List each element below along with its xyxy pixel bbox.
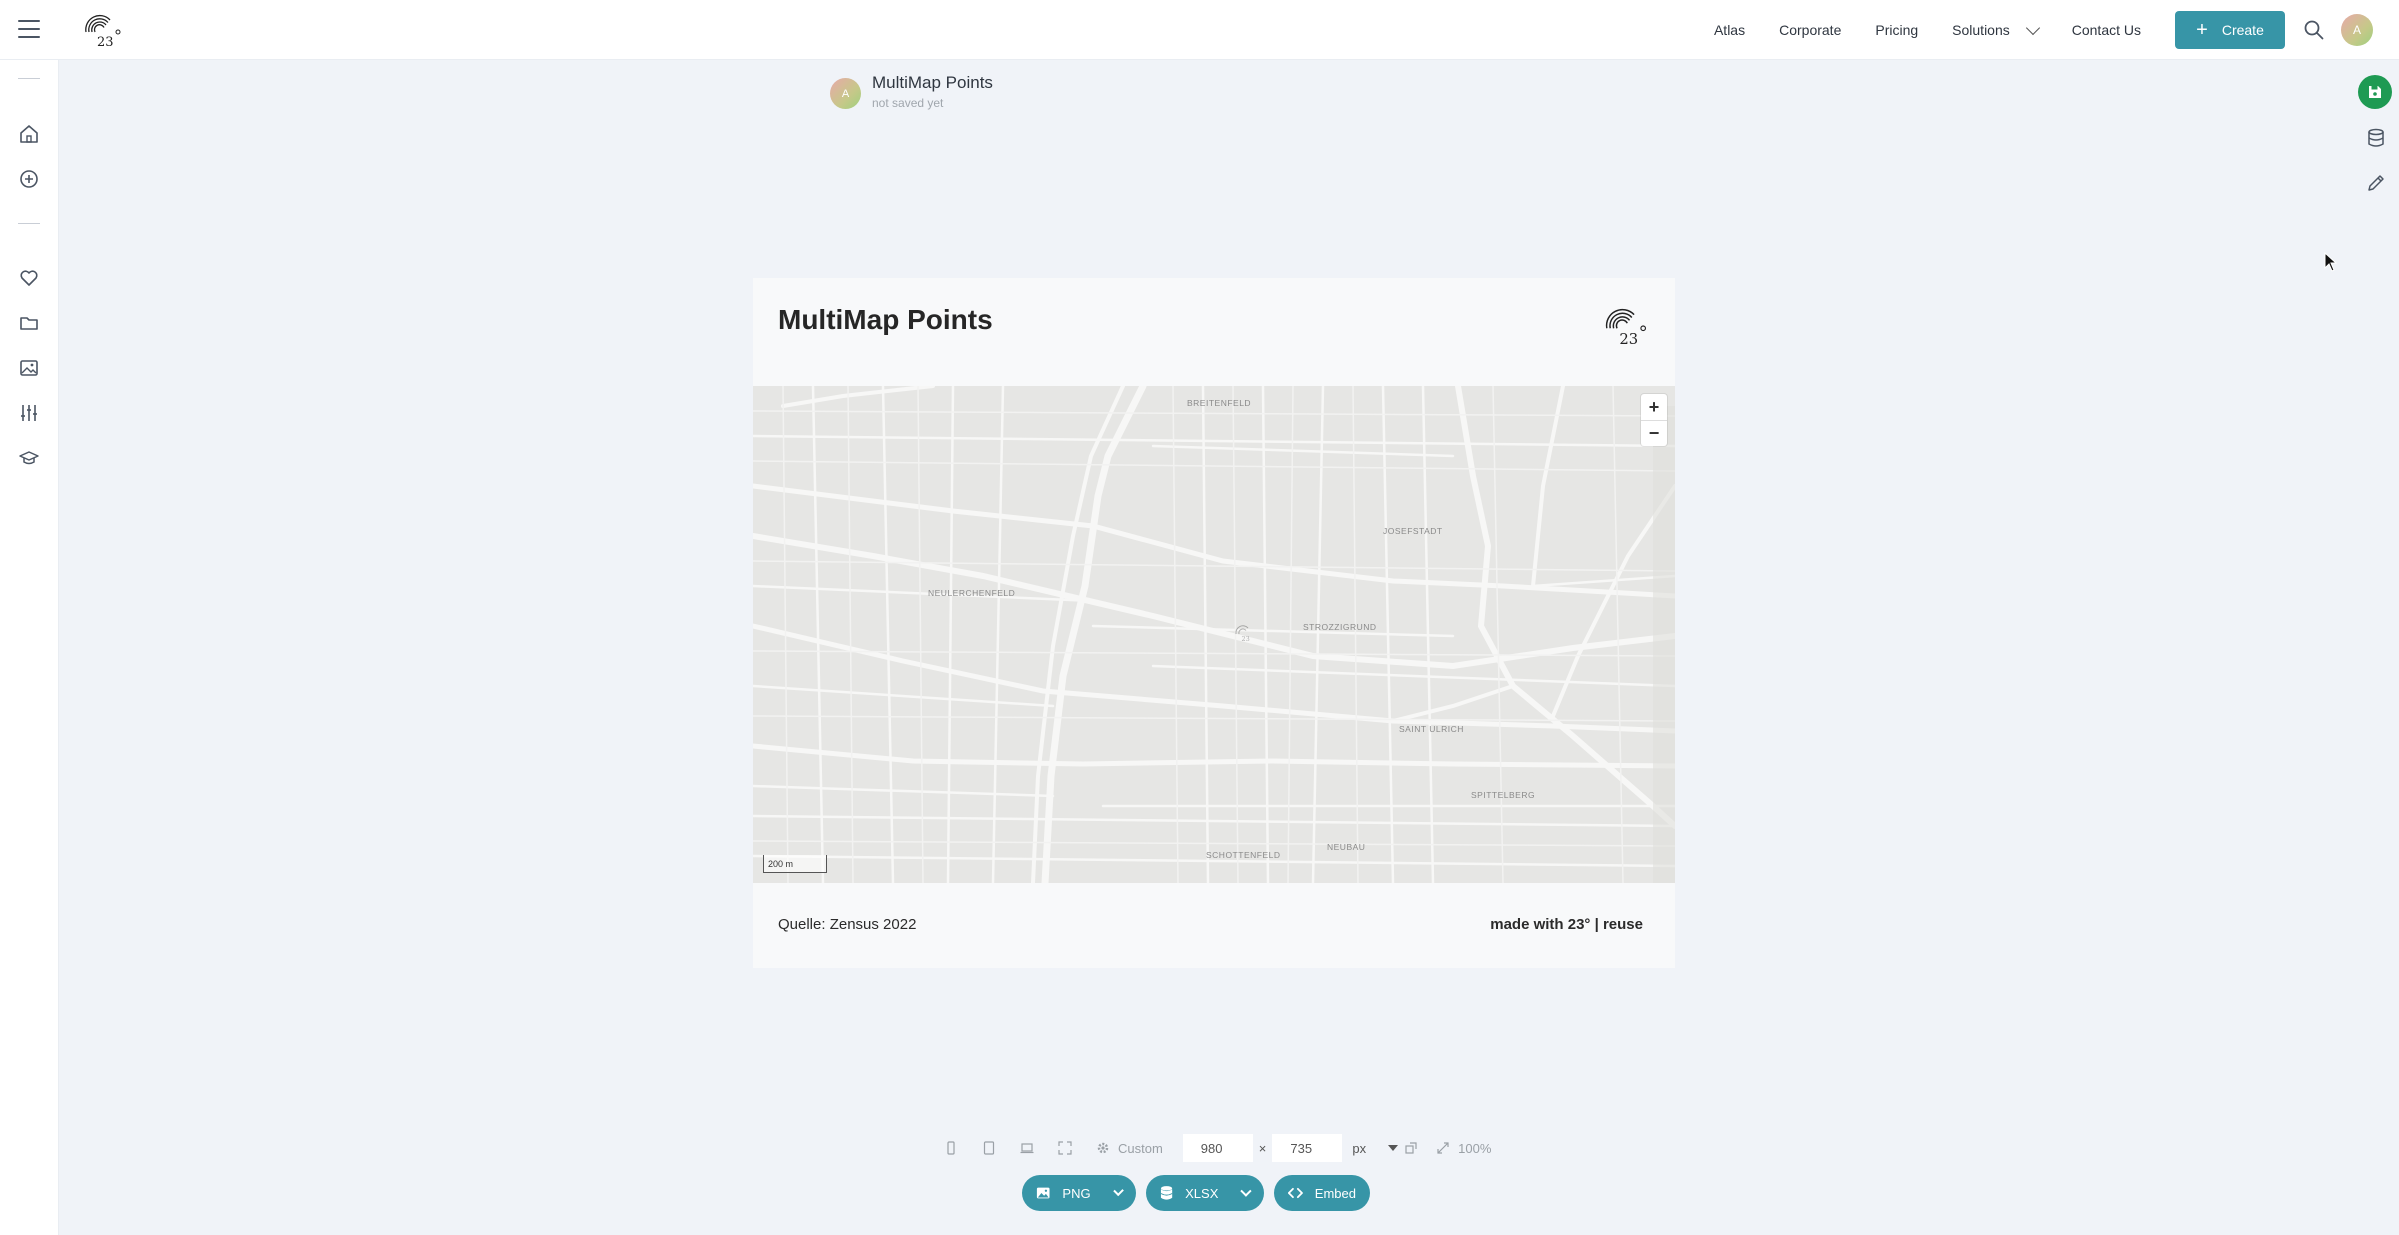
district-label: NEUBAU: [1327, 842, 1366, 852]
user-avatar[interactable]: A: [2341, 14, 2373, 46]
author-avatar: A: [830, 78, 861, 109]
sidebar-divider: [18, 78, 40, 79]
district-label: SCHOTTENFELD: [1206, 850, 1281, 860]
nav-corporate[interactable]: Corporate: [1779, 22, 1841, 38]
database-icon: [1160, 1186, 1173, 1200]
home-icon[interactable]: [18, 123, 40, 145]
graduation-cap-icon[interactable]: [18, 447, 40, 469]
loading-logo-icon: 23: [1235, 625, 1250, 643]
unit-label: px: [1352, 1140, 1367, 1156]
nav-solutions-label: Solutions: [1952, 22, 2010, 38]
credit-link[interactable]: made with 23° | reuse: [1490, 916, 1643, 933]
export-png-label: PNG: [1062, 1185, 1091, 1201]
code-icon: [1288, 1187, 1303, 1199]
document-title[interactable]: MultiMap Points: [872, 73, 993, 93]
district-label: BREITENFELD: [1187, 398, 1252, 408]
chevron-down-icon: [1240, 1185, 1252, 1197]
link-icon[interactable]: [1404, 1141, 1418, 1155]
zoom-out-button[interactable]: −: [1641, 420, 1667, 446]
search-icon[interactable]: [2303, 19, 2325, 41]
fullscreen-preview-icon[interactable]: [1058, 1141, 1072, 1155]
source-note: Quelle: Zensus 2022: [778, 916, 917, 933]
add-circle-icon[interactable]: [18, 168, 40, 190]
gear-icon: [1097, 1142, 1109, 1154]
image-icon: [1036, 1187, 1050, 1199]
svg-text:23: 23: [1619, 331, 1638, 348]
pencil-icon[interactable]: [2365, 172, 2387, 194]
visualization-card: MultiMap Points 23 BREITENFELD JOSEFSTAD…: [753, 278, 1675, 968]
save-status: not saved yet: [872, 96, 944, 110]
create-button-label: Create: [2221, 22, 2264, 38]
left-sidebar: [0, 60, 59, 1235]
svg-text:23: 23: [97, 35, 114, 50]
zoom-level: 100%: [1458, 1140, 1492, 1156]
heart-icon[interactable]: [18, 267, 40, 289]
nav-atlas[interactable]: Atlas: [1714, 22, 1745, 38]
tablet-preview-icon[interactable]: [982, 1141, 996, 1155]
export-xlsx-label: XLSX: [1185, 1185, 1219, 1201]
caret-down-icon: [1388, 1145, 1399, 1151]
menu-icon[interactable]: [18, 20, 40, 38]
save-button[interactable]: [2358, 75, 2392, 109]
embed-button[interactable]: Embed: [1274, 1175, 1370, 1211]
phone-preview-icon[interactable]: [944, 1141, 958, 1155]
size-preset[interactable]: Custom: [1118, 1141, 1163, 1156]
plus-icon: +: [2196, 19, 2208, 41]
folder-icon[interactable]: [18, 312, 40, 334]
card-title: MultiMap Points: [778, 304, 993, 335]
scale-bar: 200 m: [763, 855, 827, 873]
embed-label: Embed: [1314, 1185, 1356, 1201]
zoom-control: + −: [1641, 394, 1667, 446]
chevron-down-icon: [1112, 1185, 1124, 1197]
nav-pricing[interactable]: Pricing: [1875, 22, 1918, 38]
svg-text:23: 23: [1242, 635, 1250, 643]
laptop-preview-icon[interactable]: [1020, 1141, 1034, 1155]
database-icon[interactable]: [2365, 127, 2387, 149]
width-input[interactable]: [1182, 1134, 1253, 1162]
unit-select[interactable]: px: [1352, 1140, 1399, 1156]
top-bar: 23 Atlas Corporate Pricing Solutions Con…: [0, 0, 2399, 60]
district-label: SPITTELBERG: [1471, 790, 1536, 800]
district-label: SAINT ULRICH: [1399, 724, 1464, 734]
district-label: STROZZIGRUND: [1303, 622, 1377, 632]
export-toolbar: PNG XLSX Embed: [1022, 1175, 1380, 1211]
app-logo[interactable]: 23: [80, 10, 124, 50]
export-png-button[interactable]: PNG: [1022, 1175, 1136, 1211]
chevron-down-icon: [2025, 20, 2040, 35]
map-canvas[interactable]: BREITENFELD JOSEFSTADT NEULERCHENFELD ST…: [753, 386, 1675, 883]
brand-logo: 23: [1605, 308, 1647, 348]
sidebar-divider: [18, 223, 40, 224]
size-toolbar: Custom × px 100%: [944, 1134, 1492, 1162]
export-xlsx-button[interactable]: XLSX: [1146, 1175, 1264, 1211]
save-icon: [2369, 86, 2381, 98]
sliders-icon[interactable]: [18, 402, 40, 424]
scale-icon[interactable]: [1436, 1141, 1450, 1155]
image-icon[interactable]: [18, 357, 40, 379]
street-basemap: [753, 386, 1675, 883]
zoom-in-button[interactable]: +: [1641, 394, 1667, 420]
create-button[interactable]: + Create: [2175, 11, 2285, 49]
nav-contact-us[interactable]: Contact Us: [2072, 22, 2141, 38]
height-input[interactable]: [1272, 1134, 1343, 1162]
nav-solutions[interactable]: Solutions: [1952, 20, 2040, 38]
mouse-cursor-icon: [2324, 252, 2338, 272]
main-nav: Atlas Corporate Pricing Solutions Contac…: [1714, 0, 2399, 60]
district-label: JOSEFSTADT: [1383, 526, 1443, 536]
district-label: NEULERCHENFELD: [928, 588, 1016, 598]
size-separator: ×: [1258, 1140, 1267, 1156]
